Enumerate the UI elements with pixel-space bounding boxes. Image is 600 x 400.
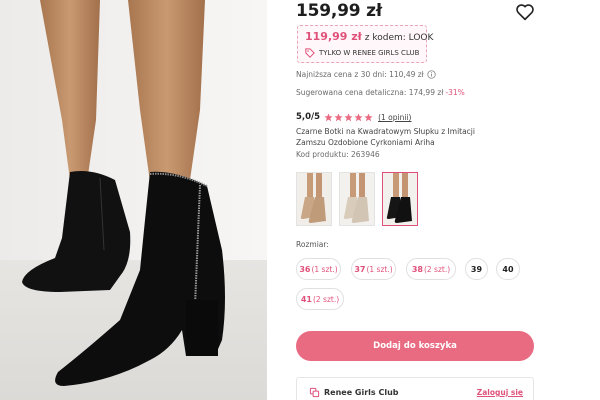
reviews-link[interactable]: (1 opinii) (378, 113, 411, 122)
product-price: 159,99 zł (296, 1, 382, 21)
club-bar: Renee Girls Club Zaloguj się (296, 377, 534, 400)
size-value: 36 (299, 264, 311, 274)
add-to-cart-button[interactable]: Dodaj do koszyka (296, 331, 534, 361)
product-info-panel: 159,99 zł 119,99 zł z kodem: LOOK TYLKO W… (296, 0, 596, 400)
thumb-black-image (383, 173, 417, 225)
tag-icon (305, 48, 315, 58)
club-name: Renee Girls Club (324, 388, 399, 397)
size-option-38[interactable]: 38 (2 szt.) (406, 258, 456, 280)
size-stock: (2 szt.) (423, 264, 451, 274)
size-label: Rozmiar: (296, 240, 329, 249)
size-option-41[interactable]: 41 (2 szt.) (296, 288, 344, 310)
login-link[interactable]: Zaloguj się (477, 388, 523, 397)
lowest-price-info: Najniższa cena z 30 dni: 110,49 zł (296, 70, 436, 79)
thumb-beige-boots[interactable] (296, 172, 332, 226)
size-value: 37 (354, 264, 366, 274)
size-stock: (1 szt.) (366, 264, 393, 274)
club-icon (309, 387, 320, 398)
size-option-40[interactable]: 40 (496, 258, 520, 280)
star-icon (324, 113, 333, 121)
product-image (0, 0, 267, 400)
size-stock: (2 szt.) (312, 294, 340, 304)
size-option-37[interactable]: 37 (1 szt.) (351, 258, 396, 280)
retail-discount: -31% (445, 88, 465, 97)
size-value: 38 (411, 264, 423, 274)
thumb-light-boots[interactable] (339, 172, 375, 226)
info-icon[interactable] (427, 70, 436, 79)
thumb-beige-image (297, 173, 331, 225)
lowest-price-text: Najniższa cena z 30 dni: 110,49 zł (296, 70, 424, 79)
thumb-black-boots[interactable] (382, 172, 418, 226)
size-stock: (1 szt.) (311, 264, 338, 274)
retail-price-text: Sugerowana cena detaliczna: 174,99 zł (296, 88, 444, 97)
color-variants (296, 172, 425, 226)
retail-price-info: Sugerowana cena detaliczna: 174,99 zł -31… (296, 88, 465, 97)
size-value: 40 (502, 264, 514, 274)
promo-code-line: 119,99 zł z kodem: LOOK (305, 30, 433, 43)
thumb-light-image (340, 173, 374, 225)
product-photo[interactable] (0, 0, 267, 400)
size-option-39[interactable]: 39 (465, 258, 488, 280)
star-icon (334, 113, 343, 121)
club-title: Renee Girls Club (309, 387, 399, 398)
star-icon (354, 113, 363, 121)
club-exclusive-tag: TYLKO W RENEE GIRLS CLUB (305, 48, 419, 58)
rating-stars (324, 113, 374, 122)
product-rating: 5,0/5 (1 opinii) (296, 112, 411, 122)
star-icon (344, 113, 353, 121)
favorite-button[interactable] (515, 3, 535, 21)
promo-code-text: z kodem: LOOK (364, 33, 434, 43)
rating-score: 5,0/5 (296, 112, 321, 122)
size-option-36[interactable]: 36 (1 szt.) (296, 258, 341, 280)
club-exclusive-text: TYLKO W RENEE GIRLS CLUB (319, 49, 420, 57)
size-value: 39 (470, 264, 483, 274)
size-value: 41 (300, 294, 312, 304)
star-icon (364, 113, 373, 121)
product-code: Kod produktu: 263946 (296, 150, 380, 159)
promo-code-box: 119,99 zł z kodem: LOOK TYLKO W RENEE GIR… (297, 25, 433, 63)
promo-price: 119,99 zł (305, 30, 362, 43)
product-name: Czarne Botki na Kwadratowym Słupku z Imi… (296, 127, 475, 147)
heart-icon (516, 4, 534, 21)
